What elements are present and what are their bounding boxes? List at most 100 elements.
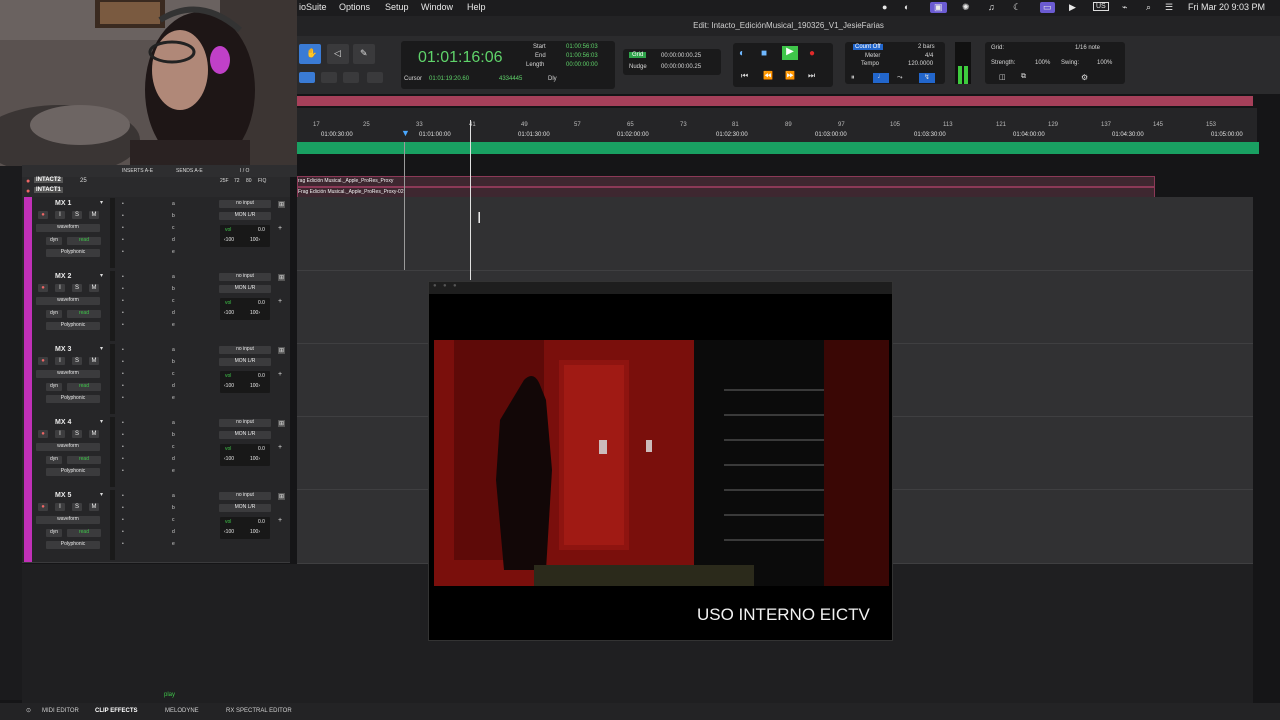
insert-slot-dot[interactable]: • (122, 468, 124, 474)
trim-mode-button[interactable] (321, 72, 337, 83)
vol-value[interactable]: 0.0 (258, 300, 265, 306)
send-slot-label[interactable]: b (172, 432, 175, 438)
insert-slot-dot[interactable]: • (122, 347, 124, 353)
track-name[interactable]: MX 1 (55, 200, 71, 207)
zoom-icon[interactable]: ● (453, 283, 457, 289)
dyn-selector[interactable]: dyn (46, 237, 62, 245)
insert-slot-dot[interactable]: • (122, 529, 124, 535)
record-dot-icon[interactable]: ● (882, 2, 887, 12)
add-icon[interactable]: + (278, 298, 282, 305)
view-selector[interactable]: waveform (36, 297, 100, 305)
send-slot-label[interactable]: a (172, 201, 175, 207)
collapse-icon[interactable]: ⊙ (26, 707, 31, 714)
screen-record-icon[interactable]: ▣ (930, 2, 947, 13)
headphones-icon[interactable]: ♫ (988, 2, 995, 12)
pan-right[interactable]: 100› (250, 310, 260, 316)
track-options-icon[interactable]: ⊞ (278, 274, 286, 281)
moon-icon[interactable]: ☾ (1013, 2, 1021, 13)
input-monitor-button[interactable]: I (55, 503, 65, 511)
send-slot-label[interactable]: e (172, 249, 175, 255)
wait-for-note-icon[interactable]: ⏸ (851, 74, 855, 82)
plugin-selector[interactable]: Polyphonic (46, 322, 100, 330)
rewind-icon[interactable]: ⏪ (763, 71, 773, 80)
end-value[interactable]: 01:00:56:03 (566, 53, 598, 59)
plugin-selector[interactable]: Polyphonic (46, 468, 100, 476)
minimize-icon[interactable]: ● (443, 283, 447, 289)
track-options-icon[interactable]: ⊞ (278, 347, 286, 354)
pan-left[interactable]: ‹100 (224, 237, 234, 243)
insert-slot-dot[interactable]: • (122, 237, 124, 243)
pan-left[interactable]: ‹100 (224, 529, 234, 535)
track-menu-icon[interactable]: ▾ (100, 272, 103, 279)
input-selector[interactable]: no input (219, 346, 271, 354)
menu-app-name[interactable]: ioSuite (299, 2, 327, 12)
insert-slot-dot[interactable]: • (122, 456, 124, 462)
timeline-ruler[interactable]: 17 25 33 41 49 57 65 73 81 89 97 105 113… (297, 108, 1257, 142)
plugin-selector[interactable]: Polyphonic (46, 395, 100, 403)
video-track-name[interactable]: INTACT1 (34, 187, 63, 193)
send-slot-label[interactable]: c (172, 371, 175, 377)
grabber-tool-button[interactable]: ✋ (299, 44, 321, 64)
insert-slot-dot[interactable]: • (122, 359, 124, 365)
send-slot-label[interactable]: b (172, 359, 175, 365)
mute-button[interactable]: M (89, 503, 99, 511)
automation-mode[interactable]: read (67, 310, 101, 318)
output-selector[interactable]: MON L/R (219, 285, 271, 293)
midi-merge-icon[interactable]: ⤳ (897, 74, 903, 82)
pan-right[interactable]: 100› (250, 529, 260, 535)
track-menu-icon[interactable]: ▾ (100, 199, 103, 206)
close-icon[interactable]: ● (433, 283, 437, 289)
tempo-ruler[interactable] (297, 142, 1259, 154)
insert-slot-dot[interactable]: • (122, 395, 124, 401)
mute-button[interactable]: M (89, 284, 99, 292)
track-name[interactable]: MX 2 (55, 273, 71, 280)
input-monitor-button[interactable]: I (55, 430, 65, 438)
zoom-mode-button[interactable] (367, 72, 383, 83)
mute-button[interactable]: M (89, 430, 99, 438)
add-icon[interactable]: + (278, 225, 282, 232)
insert-slot-dot[interactable]: • (122, 432, 124, 438)
marker-ruler[interactable] (297, 96, 1253, 106)
video-track-option[interactable]: 80 (246, 178, 252, 184)
send-slot-label[interactable]: a (172, 347, 175, 353)
playhead-marker-icon[interactable]: ▼ (401, 128, 410, 138)
send-slot-label[interactable]: a (172, 274, 175, 280)
grid-settings-value[interactable]: 1/16 note (1075, 45, 1100, 51)
insert-slot-dot[interactable]: • (122, 383, 124, 389)
insert-slot-dot[interactable]: • (122, 225, 124, 231)
control-center-icon[interactable]: ☰ (1165, 2, 1173, 13)
input-selector[interactable]: no input (219, 419, 271, 427)
tab-melodyne[interactable]: MELODYNE (165, 708, 199, 714)
insert-slot-dot[interactable]: • (122, 517, 124, 523)
track-menu-icon[interactable]: ▾ (100, 345, 103, 352)
automation-mode[interactable]: read (67, 237, 101, 245)
plugin-selector[interactable]: Polyphonic (46, 249, 100, 257)
output-selector[interactable]: MON L/R (219, 504, 271, 512)
keyboard-layout[interactable]: US (1093, 2, 1109, 11)
add-icon[interactable]: + (278, 444, 282, 451)
return-to-zero-icon[interactable]: ⏮ (741, 71, 748, 81)
send-slot-label[interactable]: a (172, 493, 175, 499)
send-slot-label[interactable]: b (172, 505, 175, 511)
tab-midi-editor[interactable]: MIDI EDITOR (42, 708, 79, 714)
swing-value[interactable]: 100% (1097, 60, 1112, 66)
search-icon[interactable]: ⌕ (1146, 2, 1151, 13)
insert-slot-dot[interactable]: • (122, 310, 124, 316)
gear-menu-icon[interactable]: ✺ (962, 2, 970, 13)
menu-help[interactable]: Help (467, 2, 486, 12)
tempo-value[interactable]: 120.0000 (908, 61, 933, 67)
play-icon[interactable]: ▶ (782, 46, 798, 60)
insert-slot-dot[interactable]: • (122, 249, 124, 255)
strength-value[interactable]: 100% (1035, 60, 1050, 66)
stop-icon[interactable]: ■ (761, 48, 767, 59)
solo-button[interactable]: S (72, 357, 82, 365)
track-options-icon[interactable]: ⊞ (278, 420, 286, 427)
track-name[interactable]: MX 3 (55, 346, 71, 353)
add-icon[interactable]: + (278, 371, 282, 378)
insert-slot-dot[interactable]: • (122, 298, 124, 304)
dyn-selector[interactable]: dyn (46, 310, 62, 318)
video-track-option[interactable]: 72 (234, 178, 240, 184)
quantize-icon[interactable]: ⧉ (1021, 73, 1026, 81)
send-slot-label[interactable]: e (172, 322, 175, 328)
track-options-icon[interactable]: ⊞ (278, 493, 286, 500)
